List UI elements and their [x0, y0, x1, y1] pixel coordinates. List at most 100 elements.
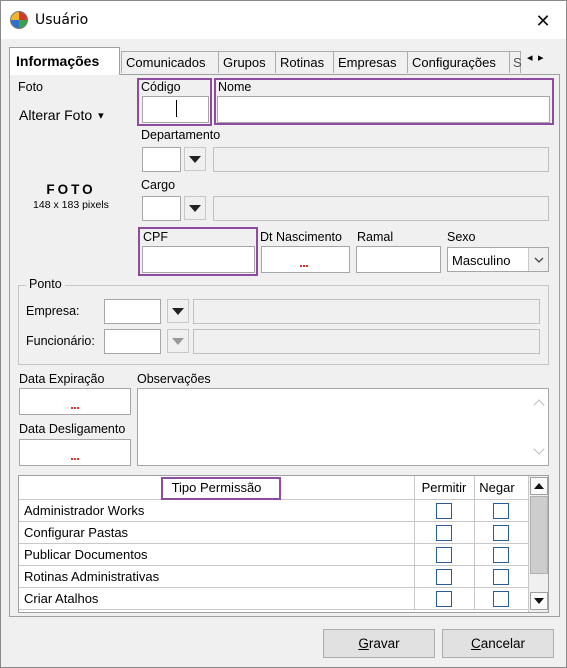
funcionario-dropdown-button[interactable]: [167, 329, 189, 353]
app-logo-icon: [10, 11, 28, 29]
departamento-dropdown-button[interactable]: [184, 147, 206, 171]
table-row[interactable]: Administrador Works: [19, 500, 529, 522]
permitir-checkbox[interactable]: [436, 591, 452, 607]
nome-highlight: [214, 78, 554, 125]
cancelar-button[interactable]: Cancelar: [442, 629, 554, 658]
tab-configuracoes[interactable]: Configurações: [407, 51, 510, 73]
tab-informacoes[interactable]: Informações: [9, 47, 120, 75]
gravar-mnemonic: G: [358, 636, 369, 651]
departamento-code-input[interactable]: [142, 147, 181, 172]
table-row[interactable]: Configurar Pastas: [19, 522, 529, 544]
spellcheck-mark: [71, 405, 79, 409]
tab-grupos[interactable]: Grupos: [218, 51, 276, 73]
grid-col-divider: [414, 588, 415, 609]
empresa-label: Empresa:: [26, 304, 80, 318]
photo-placeholder-title: FOTO: [46, 182, 96, 197]
tab-scroll-arrows[interactable]: ◂ ▸: [527, 51, 544, 64]
observacoes-label: Observações: [137, 372, 211, 386]
data-expiracao-input[interactable]: [19, 388, 131, 415]
cargo-dropdown-button[interactable]: [184, 196, 206, 220]
permissions-grid: Tipo Permissão Permitir Negar Administra…: [18, 475, 549, 613]
scroll-down-icon[interactable]: [533, 443, 545, 455]
table-row[interactable]: Publicar Documentos: [19, 544, 529, 566]
sexo-label: Sexo: [447, 230, 476, 244]
tab-overflow[interactable]: S: [509, 51, 522, 73]
funcionario-name-display: [193, 329, 540, 354]
cancelar-label: ancelar: [480, 636, 526, 651]
negar-checkbox[interactable]: [493, 525, 509, 541]
scroll-thumb[interactable]: [530, 496, 548, 574]
ponto-group-title: Ponto: [26, 277, 65, 291]
permitir-checkbox[interactable]: [436, 547, 452, 563]
data-expiracao-label: Data Expiração: [19, 372, 105, 386]
departamento-name-display: [213, 147, 549, 172]
data-desligamento-input[interactable]: [19, 439, 131, 466]
alterar-foto-button[interactable]: Alterar Foto ▾: [19, 102, 119, 128]
grid-scrollbar[interactable]: [528, 476, 548, 612]
funcionario-label: Funcionário:: [26, 334, 95, 348]
scroll-down-button[interactable]: [530, 592, 548, 610]
empresa-code-input[interactable]: [104, 299, 161, 324]
negar-checkbox[interactable]: [493, 569, 509, 585]
negar-checkbox[interactable]: [493, 547, 509, 563]
title-bar: Usuário ✕: [1, 1, 566, 39]
dt-nascimento-input[interactable]: [261, 246, 350, 273]
permitir-checkbox[interactable]: [436, 503, 452, 519]
photo-size-hint: 148 x 183 pixels: [33, 199, 109, 211]
gravar-label: ravar: [368, 636, 400, 651]
grid-col-divider: [474, 544, 475, 565]
spellcheck-mark: [300, 263, 308, 267]
sexo-dropdown-button[interactable]: [528, 248, 548, 271]
grid-col-divider: [474, 566, 475, 587]
permitir-checkbox[interactable]: [436, 525, 452, 541]
empresa-name-display: [193, 299, 540, 324]
grid-col-divider: [474, 500, 475, 521]
chevron-down-icon: [534, 257, 543, 263]
dropdown-arrow-icon: [189, 155, 201, 163]
negar-checkbox[interactable]: [493, 503, 509, 519]
grid-col-divider: [414, 566, 415, 587]
tab-rotinas[interactable]: Rotinas: [275, 51, 334, 73]
dropdown-arrow-icon: [189, 204, 201, 212]
cpf-highlight: [138, 227, 258, 276]
table-row[interactable]: Rotinas Administrativas: [19, 566, 529, 588]
close-button[interactable]: ✕: [523, 7, 563, 35]
ramal-label: Ramal: [357, 230, 394, 244]
tab-comunicados[interactable]: Comunicados: [121, 51, 219, 73]
negar-checkbox[interactable]: [493, 591, 509, 607]
foto-label: Foto: [18, 80, 44, 94]
ramal-input[interactable]: [356, 246, 441, 273]
permitir-checkbox[interactable]: [436, 569, 452, 585]
dropdown-arrow-icon: [172, 307, 184, 315]
permitir-header[interactable]: Permitir: [414, 476, 474, 499]
spellcheck-mark: [71, 456, 79, 460]
table-row[interactable]: Criar Atalhos: [19, 588, 529, 610]
grid-col-divider: [474, 522, 475, 543]
tab-scroll-left-icon[interactable]: ◂: [527, 51, 533, 64]
grid-col-divider: [414, 500, 415, 521]
window-title: Usuário: [35, 12, 89, 28]
observacoes-textarea[interactable]: [137, 388, 549, 466]
permission-name: Administrador Works: [24, 503, 145, 518]
cargo-label: Cargo: [141, 178, 176, 192]
scroll-up-icon[interactable]: [533, 399, 545, 411]
dropdown-arrow-icon: [172, 337, 184, 345]
cancelar-mnemonic: C: [470, 636, 481, 651]
dt-nascimento-label: Dt Nascimento: [260, 230, 342, 244]
user-dialog: Usuário ✕ Informações Comunicados Grupos…: [0, 0, 567, 668]
photo-area: Alterar Foto ▾ FOTO 148 x 183 pixels: [12, 97, 130, 270]
funcionario-code-input[interactable]: [104, 329, 161, 354]
observacoes-scrollbar[interactable]: [531, 389, 548, 465]
tab-empresas[interactable]: Empresas: [333, 51, 408, 73]
cargo-name-display: [213, 196, 549, 221]
tab-scroll-right-icon[interactable]: ▸: [538, 51, 544, 64]
negar-header[interactable]: Negar: [474, 476, 520, 499]
gravar-button[interactable]: Gravar: [323, 629, 435, 658]
sexo-select[interactable]: Masculino: [447, 247, 549, 272]
tipo-permissao-highlight: [161, 477, 281, 500]
cargo-code-input[interactable]: [142, 196, 181, 221]
empresa-dropdown-button[interactable]: [167, 299, 189, 323]
grid-col-divider: [474, 588, 475, 609]
permission-name: Configurar Pastas: [24, 525, 129, 540]
scroll-up-button[interactable]: [530, 477, 548, 495]
